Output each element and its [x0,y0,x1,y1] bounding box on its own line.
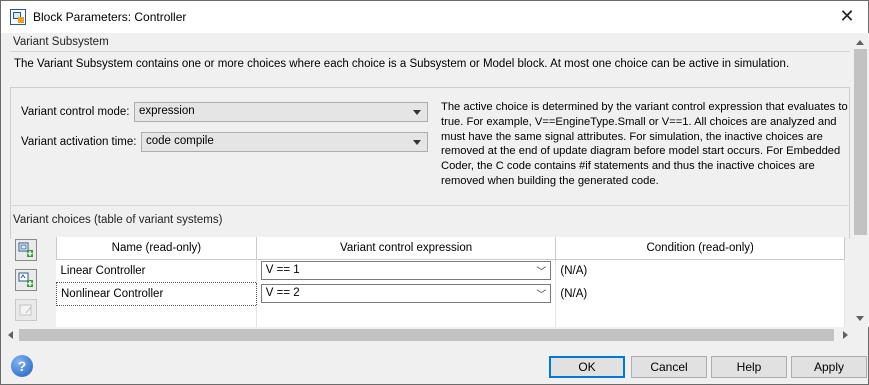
table-header-row: Name (read-only) Variant control express… [56,237,845,260]
table-row[interactable]: Nonlinear Controller V == 2 ﹀ (N/A) [56,281,845,306]
column-header-condition: Condition (read-only) [555,237,845,260]
control-mode-value: expression [139,105,195,117]
add-model-block-button[interactable] [15,269,37,291]
choice-name-cell[interactable]: Nonlinear Controller [56,281,257,306]
activation-time-label: Variant activation time: [21,136,137,148]
choices-title: Variant choices (table of variant system… [13,214,223,226]
expression-dropdown[interactable]: V == 1 ﹀ [260,261,552,281]
table-row[interactable]: Linear Controller V == 1 ﹀ (N/A) [56,259,845,282]
add-subsystem-button[interactable] [15,239,37,261]
edit-icon [19,304,32,316]
scroll-left-icon[interactable] [8,331,13,339]
divider [10,51,850,52]
condition-cell: (N/A) [555,259,845,282]
simulink-block-icon [10,9,26,25]
scrollbar-thumb[interactable] [19,329,834,341]
ok-button[interactable]: OK [549,356,625,378]
expression-cell[interactable]: V == 1 ﹀ [256,259,557,282]
add-model-block-icon [18,272,33,287]
choice-name-cell[interactable]: Linear Controller [56,259,257,282]
chevron-down-icon [413,140,421,145]
expression-cell[interactable]: V == 2 ﹀ [256,282,557,305]
divider [10,205,850,206]
dialog-footer: ? OK Cancel Help Apply [1,343,868,385]
edit-button[interactable] [15,299,37,321]
scrollbar-thumb[interactable] [854,49,867,235]
condition-cell: (N/A) [555,282,845,305]
chevron-down-icon: ﹀ [536,267,547,279]
vertical-scrollbar[interactable] [852,33,869,327]
title-bar: Block Parameters: Controller ✕ [1,1,868,33]
scroll-up-icon[interactable] [856,40,864,45]
horizontal-scrollbar[interactable] [2,327,852,343]
expression-value: V == 2 [265,287,300,299]
help-icon[interactable]: ? [11,355,33,377]
variant-choices-table: Name (read-only) Variant control express… [56,237,845,335]
activation-time-dropdown[interactable]: code compile [141,132,428,152]
scroll-right-icon[interactable] [843,331,848,339]
add-subsystem-icon [18,242,33,257]
column-header-expression: Variant control expression [255,237,557,260]
control-mode-label: Variant control mode: [21,106,130,118]
dialog-window: Block Parameters: Controller ✕ Variant S… [0,0,869,385]
column-header-name: Name (read-only) [56,237,257,260]
activation-time-value: code compile [146,135,214,147]
scroll-down-icon[interactable] [856,316,864,321]
section-title: Variant Subsystem [13,36,109,48]
expression-dropdown[interactable]: V == 2 ﹀ [260,284,552,303]
apply-button[interactable]: Apply [791,356,867,378]
chevron-down-icon: ﹀ [536,290,547,301]
expression-value: V == 1 [265,264,300,277]
help-button[interactable]: Help [711,356,787,378]
chevron-down-icon [413,110,421,115]
section-description: The Variant Subsystem contains one or mo… [14,58,790,70]
control-mode-dropdown[interactable]: expression [134,102,428,122]
help-description: The active choice is determined by the v… [441,101,848,187]
cancel-button[interactable]: Cancel [631,356,707,378]
close-icon[interactable]: ✕ [832,5,862,29]
window-title: Block Parameters: Controller [33,10,187,24]
